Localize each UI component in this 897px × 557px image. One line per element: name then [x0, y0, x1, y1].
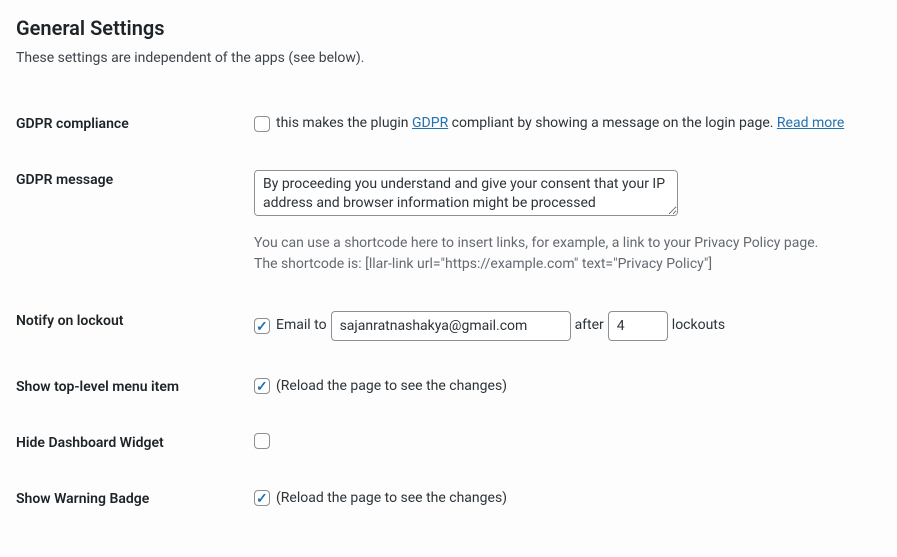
- notify-count-input[interactable]: [608, 311, 668, 341]
- gdpr-message-description: You can use a shortcode here to insert l…: [254, 233, 871, 275]
- gdpr-link[interactable]: GDPR: [412, 115, 448, 131]
- toplevel-checkbox[interactable]: [254, 378, 270, 394]
- notify-label: Notify on lockout: [16, 293, 244, 359]
- notify-lockouts-text: lockouts: [672, 316, 725, 336]
- page-title: General Settings: [16, 16, 881, 40]
- notify-email-to-text: Email to: [276, 316, 327, 336]
- warning-badge-note: (Reload the page to see the changes): [276, 489, 507, 509]
- toplevel-label: Show top-level menu item: [16, 359, 244, 415]
- gdpr-message-textarea[interactable]: By proceeding you understand and give yo…: [254, 170, 678, 216]
- hide-dashboard-label: Hide Dashboard Widget: [16, 415, 244, 471]
- warning-badge-label: Show Warning Badge: [16, 471, 244, 527]
- gdpr-compliance-text: this makes the plugin GDPR compliant by …: [276, 114, 844, 134]
- gdpr-compliance-label: GDPR compliance: [16, 96, 244, 152]
- read-more-link[interactable]: Read more: [777, 115, 844, 131]
- settings-table: GDPR compliance this makes the plugin GD…: [16, 96, 881, 527]
- notify-after-text: after: [575, 316, 604, 336]
- hide-dashboard-checkbox[interactable]: [254, 433, 270, 449]
- notify-checkbox[interactable]: [254, 318, 270, 334]
- gdpr-compliance-checkbox[interactable]: [254, 116, 270, 132]
- notify-email-input[interactable]: [331, 311, 571, 341]
- gdpr-message-label: GDPR message: [16, 152, 244, 293]
- warning-badge-checkbox[interactable]: [254, 490, 270, 506]
- toplevel-note: (Reload the page to see the changes): [276, 377, 507, 397]
- page-subtitle: These settings are independent of the ap…: [16, 50, 881, 66]
